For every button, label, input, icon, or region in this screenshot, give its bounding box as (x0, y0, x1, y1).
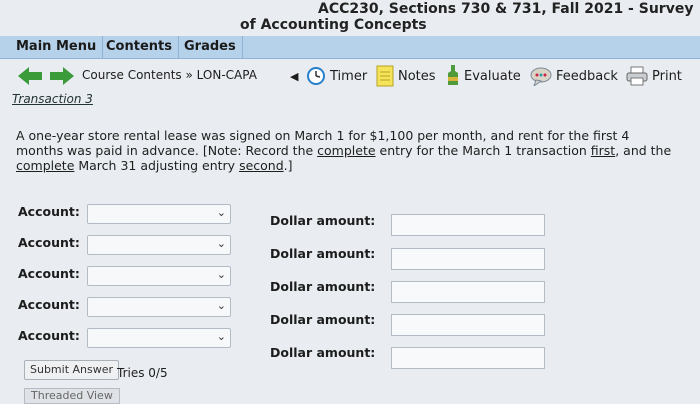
amount-input-5[interactable] (391, 347, 545, 369)
evaluate-label: Evaluate (464, 68, 521, 84)
amount-label-4: Dollar amount: (270, 312, 376, 327)
account-select-1[interactable]: ⌄ (87, 204, 231, 224)
problem-title: Transaction 3 (12, 92, 93, 106)
problem-text: A one-year store rental lease was signed… (16, 128, 672, 173)
account-label-5: Account: (18, 328, 80, 343)
main-menubar: Main Menu Contents Grades (0, 36, 700, 59)
navigation-bar: Course Contents » LON-CAPA ◀ Timer Notes… (0, 60, 700, 92)
evaluate-button[interactable]: Evaluate (446, 64, 521, 88)
chevron-down-icon: ⌄ (216, 330, 226, 343)
menu-grades[interactable]: Grades (178, 36, 243, 58)
notes-label: Notes (398, 68, 436, 84)
chevron-down-icon: ⌄ (216, 237, 226, 250)
print-label: Print (652, 68, 682, 84)
timer-button[interactable]: Timer (306, 64, 367, 88)
account-label-2: Account: (18, 235, 80, 250)
account-label-4: Account: (18, 297, 80, 312)
amount-label-2: Dollar amount: (270, 246, 376, 261)
course-title: ACC230, Sections 730 & 731, Fall 2021 - … (0, 0, 700, 40)
threaded-view-button[interactable]: Threaded View (24, 388, 120, 404)
timer-icon (307, 67, 325, 85)
forward-arrow-icon[interactable] (50, 66, 74, 86)
chevron-down-icon: ⌄ (216, 268, 226, 281)
amount-input-1[interactable] (391, 214, 545, 236)
evaluate-icon (448, 65, 458, 85)
amount-input-4[interactable] (391, 314, 545, 336)
feedback-button[interactable]: Feedback (530, 64, 618, 88)
menu-main-menu[interactable]: Main Menu (10, 36, 104, 58)
timer-label: Timer (330, 68, 368, 84)
tries-counter: Tries 0/5 (117, 366, 168, 380)
account-select-5[interactable]: ⌄ (87, 328, 231, 348)
amount-input-3[interactable] (391, 281, 545, 303)
amount-label-1: Dollar amount: (270, 213, 376, 228)
submit-answer-button[interactable]: Submit Answer (24, 360, 120, 380)
account-select-2[interactable]: ⌄ (87, 235, 231, 255)
print-button[interactable]: Print (626, 64, 682, 88)
menu-contents[interactable]: Contents (100, 36, 179, 58)
breadcrumb[interactable]: Course Contents » LON-CAPA (82, 68, 257, 82)
notes-icon (376, 65, 394, 87)
print-icon (626, 66, 648, 86)
account-label-3: Account: (18, 266, 80, 281)
amount-label-3: Dollar amount: (270, 279, 376, 294)
amount-label-5: Dollar amount: (270, 345, 376, 360)
back-arrow-icon[interactable] (18, 66, 42, 86)
chevron-down-icon: ⌄ (216, 299, 226, 312)
course-title-line2: of Accounting Concepts (240, 17, 427, 33)
amount-input-2[interactable] (391, 248, 545, 270)
feedback-label: Feedback (556, 68, 618, 84)
account-label-1: Account: (18, 204, 80, 219)
account-select-4[interactable]: ⌄ (87, 297, 231, 317)
account-select-3[interactable]: ⌄ (87, 266, 231, 286)
feedback-icon (530, 67, 552, 86)
collapse-left-icon[interactable]: ◀ (290, 70, 298, 83)
course-title-line1: ACC230, Sections 730 & 731, Fall 2021 - … (318, 1, 694, 17)
chevron-down-icon: ⌄ (216, 206, 226, 219)
notes-button[interactable]: Notes (376, 64, 436, 88)
